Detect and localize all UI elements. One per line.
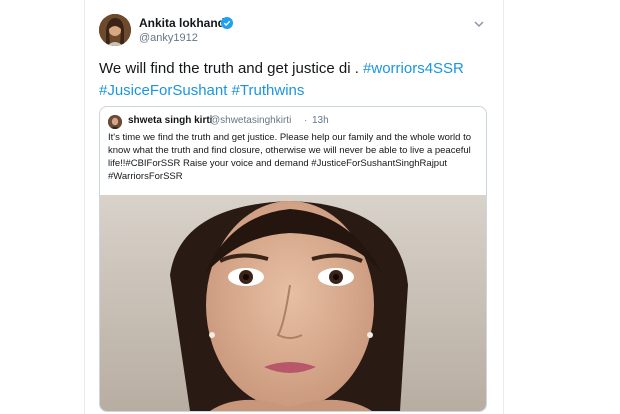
quoted-author-avatar[interactable] [108,115,122,129]
quoted-timestamp[interactable]: 13h [312,115,329,126]
tweet-text-plain: We will find the truth and get justice d… [99,60,364,77]
author-name[interactable]: Ankita lokhande [139,16,232,30]
quoted-tweet-photo[interactable] [100,195,486,411]
author-handle[interactable]: @anky1912 [139,32,198,44]
quoted-tweet[interactable]: shweta singh kirti @shwetasinghkirti · 1… [99,106,487,412]
hashtag-link[interactable]: #JusiceForSushant [99,82,227,99]
hashtag-link[interactable]: #Truthwins [232,82,305,99]
chevron-down-icon[interactable] [473,16,485,28]
quoted-author-name[interactable]: shweta singh kirti [128,115,212,126]
tweet-text: We will find the truth and get justice d… [99,58,495,102]
screenshot-frame: Ankita lokhande @anky1912 We will find t… [0,0,620,414]
tweet-card[interactable]: Ankita lokhande @anky1912 We will find t… [84,0,504,414]
verified-badge-icon [221,16,233,29]
quoted-tweet-text: It's time we find the truth and get just… [108,132,472,182]
author-avatar[interactable] [99,14,131,46]
hashtag-link[interactable]: #worriors4SSR [363,60,464,77]
separator-dot: · [304,115,308,126]
quoted-author-handle[interactable]: @shwetasinghkirti [210,115,291,126]
